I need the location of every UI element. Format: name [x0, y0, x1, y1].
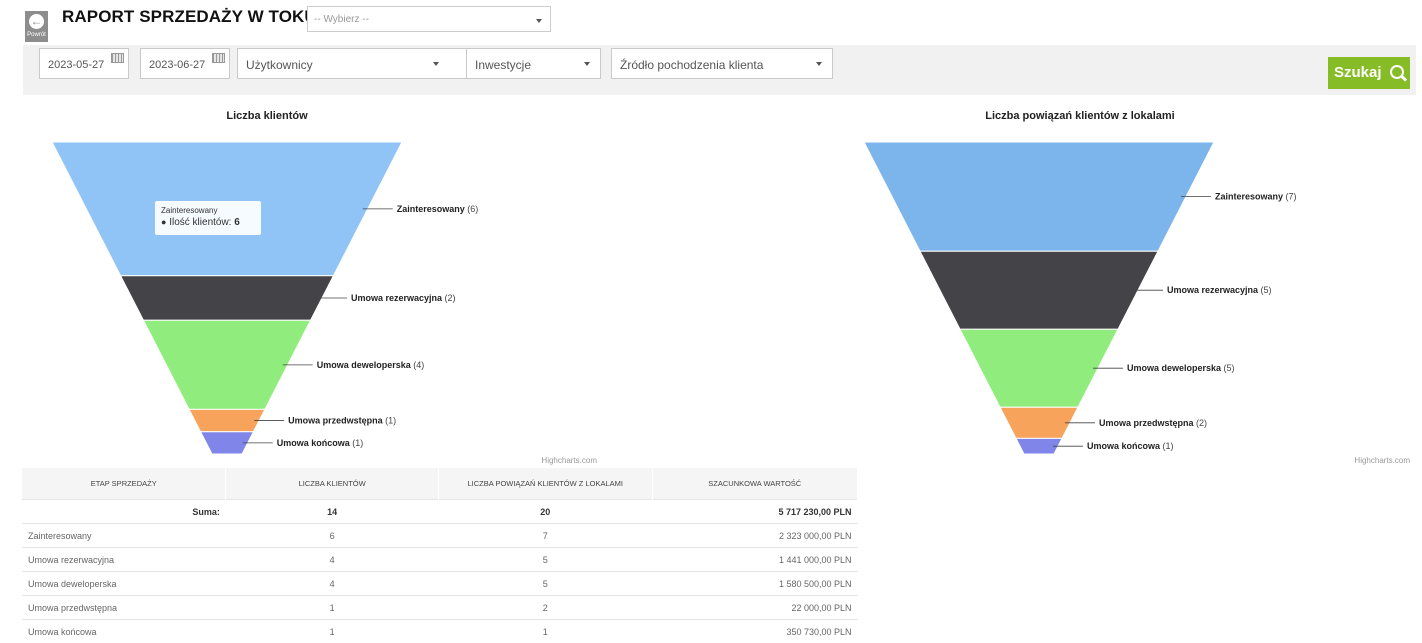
value-cell: 1 580 500,00 PLN — [652, 572, 857, 596]
funnel-label: Umowa końcowa (1) — [277, 438, 364, 448]
table-sum-row: Suma: 14 20 5 717 230,00 PLN — [22, 500, 858, 524]
value-cell: 2 323 000,00 PLN — [652, 524, 857, 548]
funnel-segment[interactable] — [189, 409, 265, 431]
chart-tooltip: Zainteresowany ● Ilość klientów: 6 — [154, 200, 262, 236]
funnel-segment[interactable] — [920, 251, 1158, 329]
relations-cell: 5 — [438, 572, 652, 596]
value-cell: 350 730,00 PLN — [652, 620, 857, 643]
arrow-left-icon: ← — [29, 14, 44, 29]
back-label: Powrót — [25, 32, 48, 38]
funnel-label: Umowa deweloperska (5) — [1127, 363, 1235, 373]
page-title: RAPORT SPRZEDAŻY W TOKU — [62, 7, 317, 27]
table-row: Umowa rezerwacyjna 4 5 1 441 000,00 PLN — [22, 548, 858, 572]
search-button[interactable]: Szukaj — [1328, 57, 1410, 89]
chevron-down-icon — [536, 19, 542, 23]
left-chart-title: Liczba klientów — [22, 110, 512, 122]
stage-cell: Umowa deweloperska — [22, 572, 226, 596]
chevron-down-icon — [433, 62, 439, 66]
stage-cell: Umowa przedwstępna — [22, 596, 226, 620]
clients-cell: 1 — [226, 596, 439, 620]
bullet-icon: ● — [161, 217, 166, 227]
sum-clients: 14 — [226, 500, 439, 524]
clients-cell: 4 — [226, 572, 439, 596]
table-row: Zainteresowany 6 7 2 323 000,00 PLN — [22, 524, 858, 548]
funnel-label: Umowa deweloperska (4) — [317, 360, 425, 370]
date-from-value: 2023-05-27 — [48, 59, 104, 71]
investments-select-value: Inwestycje — [475, 58, 531, 72]
date-to-input[interactable]: 2023-06-27 — [140, 48, 230, 79]
funnel-label: Umowa końcowa (1) — [1087, 441, 1174, 451]
search-icon — [1390, 65, 1404, 79]
stage-cell: Zainteresowany — [22, 524, 226, 548]
highcharts-credits[interactable]: Highcharts.com — [1354, 456, 1410, 465]
report-select-placeholder: -- Wybierz -- — [314, 14, 369, 25]
relations-funnel-chart: Zainteresowany (7) Umowa rezerwacyjna (5)… — [830, 130, 1422, 470]
tooltip-value: 6 — [234, 217, 240, 228]
calendar-icon[interactable] — [111, 53, 124, 63]
stage-cell: Umowa rezerwacyjna — [22, 548, 226, 572]
chevron-down-icon — [584, 62, 590, 66]
table-row: Umowa deweloperska 4 5 1 580 500,00 PLN — [22, 572, 858, 596]
funnel-label: Umowa rezerwacyjna (2) — [351, 293, 456, 303]
chevron-down-icon — [816, 62, 822, 66]
funnel-segment[interactable] — [864, 142, 1214, 251]
funnel-label: Zainteresowany (6) — [397, 204, 479, 214]
funnel-label: Umowa rezerwacyjna (5) — [1167, 285, 1272, 295]
search-button-label: Szukaj — [1334, 64, 1382, 81]
highcharts-credits[interactable]: Highcharts.com — [541, 456, 597, 465]
filter-bar: 2023-05-27 2023-06-27 Użytkownicy Inwest… — [23, 45, 1416, 95]
report-select[interactable]: -- Wybierz -- — [307, 6, 551, 32]
clients-cell: 6 — [226, 524, 439, 548]
sum-label: Suma: — [22, 500, 226, 524]
table-row: Umowa przedwstępna 1 2 22 000,00 PLN — [22, 596, 858, 620]
funnel-segment[interactable] — [121, 276, 334, 321]
users-select-value: Użytkownicy — [246, 58, 313, 72]
table-header[interactable]: LICZBA POWIĄZAŃ KLIENTÓW Z LOKALAMI — [438, 468, 652, 500]
table-header-row: ETAP SPRZEDAŻY LICZBA KLIENTÓW LICZBA PO… — [22, 468, 858, 500]
client-source-select-value: Źródło pochodzenia klienta — [620, 58, 763, 72]
sales-table: ETAP SPRZEDAŻY LICZBA KLIENTÓW LICZBA PO… — [22, 468, 858, 643]
tooltip-label: Ilość klientów: — [169, 217, 231, 228]
funnel-label: Umowa przedwstępna (2) — [1099, 418, 1207, 428]
sum-relations: 20 — [438, 500, 652, 524]
relations-cell: 1 — [438, 620, 652, 643]
users-select[interactable]: Użytkownicy — [237, 48, 477, 79]
table-row: Umowa końcowa 1 1 350 730,00 PLN — [22, 620, 858, 643]
investments-select[interactable]: Inwestycje — [466, 48, 601, 79]
client-source-select[interactable]: Źródło pochodzenia klienta — [611, 48, 833, 79]
date-to-value: 2023-06-27 — [149, 59, 205, 71]
stage-cell: Umowa końcowa — [22, 620, 226, 643]
relations-cell: 7 — [438, 524, 652, 548]
value-cell: 22 000,00 PLN — [652, 596, 857, 620]
clients-cell: 4 — [226, 548, 439, 572]
funnel-label: Zainteresowany (7) — [1215, 192, 1297, 202]
table-header[interactable]: SZACUNKOWA WARTOŚĆ — [652, 468, 857, 500]
calendar-icon[interactable] — [212, 53, 225, 63]
funnel-label: Umowa przedwstępna (1) — [288, 416, 396, 426]
back-button[interactable]: ← Powrót — [25, 11, 48, 42]
clients-funnel-chart: Zainteresowany (6) Umowa rezerwacyjna (2)… — [0, 130, 640, 470]
table-header[interactable]: LICZBA KLIENTÓW — [226, 468, 439, 500]
table-header[interactable]: ETAP SPRZEDAŻY — [22, 468, 226, 500]
relations-cell: 2 — [438, 596, 652, 620]
clients-cell: 1 — [226, 620, 439, 643]
sum-value: 5 717 230,00 PLN — [652, 500, 857, 524]
right-chart-title: Liczba powiązań klientów z lokalami — [840, 110, 1320, 122]
value-cell: 1 441 000,00 PLN — [652, 548, 857, 572]
date-from-input[interactable]: 2023-05-27 — [39, 48, 129, 79]
relations-cell: 5 — [438, 548, 652, 572]
tooltip-title: Zainteresowany — [161, 206, 261, 215]
